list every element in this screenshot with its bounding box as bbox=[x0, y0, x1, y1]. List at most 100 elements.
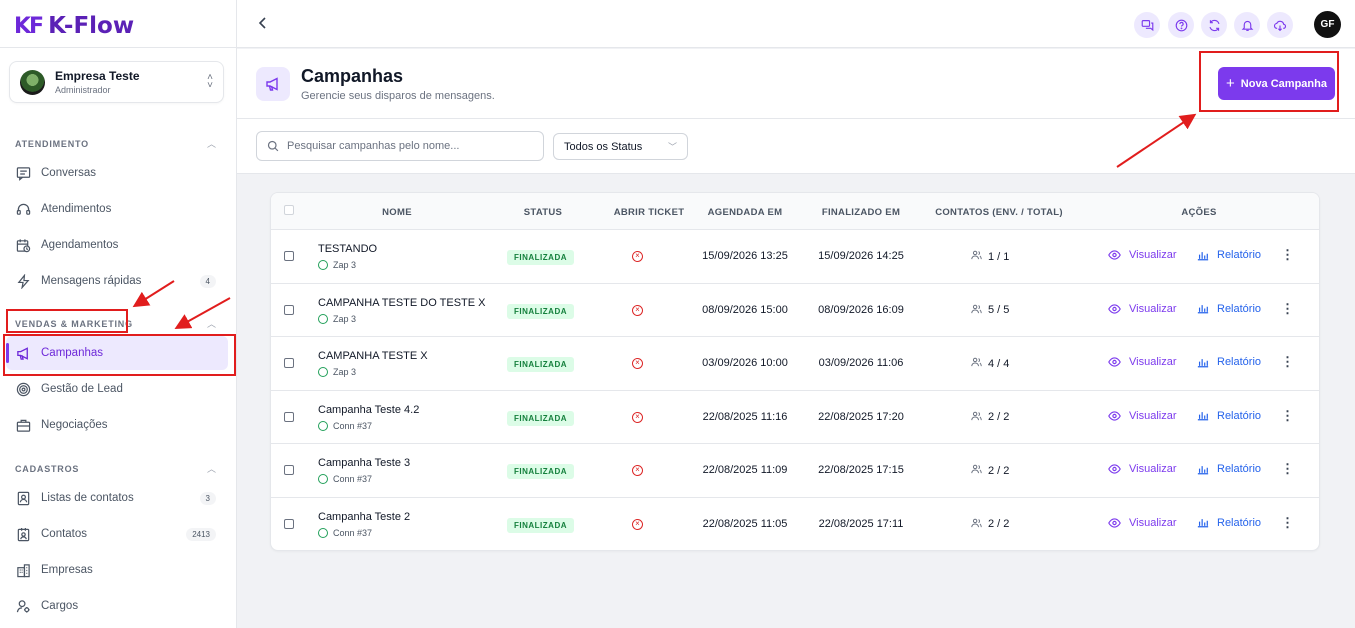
chevron-up-icon[interactable]: ︿ bbox=[207, 462, 216, 475]
bell-icon[interactable] bbox=[1234, 12, 1260, 38]
sidebar-item-negociacoes[interactable]: Negociações bbox=[6, 408, 228, 442]
finished-date: 03/09/2026 11:06 bbox=[818, 357, 904, 369]
close-circle-icon[interactable]: × bbox=[632, 465, 643, 476]
search-box[interactable] bbox=[256, 131, 544, 161]
filters-bar: Todos os Status ﹀ bbox=[237, 119, 1355, 174]
bar-chart-icon bbox=[1197, 358, 1209, 367]
sidebar-item-label: Agendamentos bbox=[41, 239, 119, 251]
finished-date: 22/08/2025 17:20 bbox=[818, 410, 904, 423]
view-button[interactable]: Visualizar bbox=[1108, 517, 1177, 529]
chevron-up-icon[interactable]: ︿ bbox=[207, 317, 216, 330]
sidebar-item-cargos[interactable]: Cargos bbox=[6, 589, 228, 623]
close-circle-icon[interactable]: × bbox=[632, 411, 643, 423]
view-button[interactable]: Visualizar bbox=[1108, 303, 1177, 315]
scheduled-date: 15/09/2026 13:25 bbox=[702, 250, 788, 262]
sidebar-item-listas-de-contatos[interactable]: Listas de contatos 3 bbox=[6, 481, 228, 515]
view-button[interactable]: Visualizar bbox=[1108, 410, 1177, 422]
more-vertical-icon[interactable]: ⋮ bbox=[1281, 301, 1294, 317]
table-row[interactable]: Campanha Teste 2 Conn #37 FINALIZADA × 2… bbox=[271, 498, 1319, 551]
more-vertical-icon[interactable]: ⋮ bbox=[1281, 354, 1294, 370]
chevron-up-icon[interactable]: ︿ bbox=[207, 137, 216, 150]
contacts-count: 2 / 2 bbox=[971, 518, 1031, 531]
report-button[interactable]: Relatório bbox=[1197, 410, 1261, 422]
column-header-agendada-em[interactable]: AGENDADA EM bbox=[685, 207, 805, 218]
report-button[interactable]: Relatório bbox=[1197, 517, 1261, 529]
report-button[interactable]: Relatório bbox=[1197, 356, 1261, 368]
app-logo[interactable]: KF K-Flow bbox=[14, 12, 134, 40]
close-circle-icon[interactable]: × bbox=[632, 304, 643, 316]
row-checkbox[interactable] bbox=[284, 411, 294, 422]
row-checkbox[interactable] bbox=[284, 358, 294, 368]
chevron-up-down-icon: ˄ ˅ bbox=[207, 72, 213, 91]
cloud-download-icon[interactable] bbox=[1267, 12, 1293, 38]
sidebar-item-empresas[interactable]: Empresas bbox=[6, 553, 228, 587]
logo-text: K-Flow bbox=[48, 13, 135, 39]
search-input[interactable] bbox=[287, 140, 527, 152]
whatsapp-icon bbox=[318, 527, 328, 538]
view-button[interactable]: Visualizar bbox=[1108, 463, 1177, 475]
sidebar-item-label: Empresas bbox=[41, 564, 93, 576]
user-avatar[interactable]: GF bbox=[1314, 11, 1341, 38]
report-label: Relatório bbox=[1217, 516, 1262, 529]
table-row[interactable]: TESTANDO Zap 3 FINALIZADA × 15/09/2026 1… bbox=[271, 230, 1319, 284]
column-header-finalizado-em[interactable]: FINALIZADO EM bbox=[801, 207, 921, 218]
column-header-nome[interactable]: NOME bbox=[367, 207, 427, 218]
select-all-checkbox[interactable] bbox=[284, 205, 294, 215]
target-icon bbox=[15, 381, 32, 398]
status-badge: FINALIZADA bbox=[507, 357, 574, 372]
sidebar-item-gestao-de-lead[interactable]: Gestão de Lead bbox=[6, 372, 228, 406]
back-chevron-icon[interactable] bbox=[257, 16, 269, 33]
contacts-value: 5 / 5 bbox=[988, 304, 1010, 316]
scheduled-date: 22/08/2025 11:09 bbox=[702, 464, 788, 476]
status-filter-select[interactable]: Todos os Status ﹀ bbox=[553, 133, 688, 160]
sidebar-divider bbox=[0, 47, 236, 48]
more-vertical-icon[interactable]: ⋮ bbox=[1281, 247, 1294, 263]
company-switcher[interactable]: Empresa Teste Administrador ˄ ˅ bbox=[9, 61, 224, 103]
view-button[interactable]: Visualizar bbox=[1108, 249, 1177, 261]
briefcase-icon bbox=[15, 417, 32, 434]
table-row[interactable]: CAMPANHA TESTE X Zap 3 FINALIZADA × 03/0… bbox=[271, 337, 1319, 391]
contacts-value: 2 / 2 bbox=[988, 464, 1010, 477]
row-checkbox[interactable] bbox=[284, 304, 294, 315]
table-row[interactable]: Campanha Teste 3 Conn #37 FINALIZADA × 2… bbox=[271, 444, 1319, 498]
close-circle-icon[interactable]: × bbox=[632, 251, 643, 262]
report-button[interactable]: Relatório bbox=[1197, 249, 1261, 261]
close-circle-icon[interactable]: × bbox=[632, 358, 643, 369]
sidebar-item-conversas[interactable]: Conversas bbox=[6, 156, 228, 190]
report-button[interactable]: Relatório bbox=[1197, 303, 1261, 315]
more-vertical-icon[interactable]: ⋮ bbox=[1281, 515, 1294, 531]
table-row[interactable]: Campanha Teste 4.2 Conn #37 FINALIZADA ×… bbox=[271, 391, 1319, 444]
help-icon[interactable] bbox=[1168, 12, 1194, 38]
eye-icon bbox=[1108, 250, 1121, 260]
view-label: Visualizar bbox=[1129, 356, 1177, 368]
more-vertical-icon[interactable]: ⋮ bbox=[1281, 461, 1294, 477]
headset-icon bbox=[15, 201, 32, 218]
table-header: NOME STATUS ABRIR TICKET AGENDADA EM FIN… bbox=[271, 193, 1319, 230]
row-checkbox[interactable] bbox=[284, 465, 294, 475]
megaphone-icon bbox=[256, 67, 290, 101]
more-vertical-icon[interactable]: ⋮ bbox=[1281, 408, 1294, 424]
search-icon bbox=[267, 140, 279, 152]
bar-chart-icon bbox=[1197, 305, 1209, 314]
row-checkbox[interactable] bbox=[284, 518, 294, 529]
section-title-cadastros: CADASTROS bbox=[15, 464, 80, 474]
refresh-icon[interactable] bbox=[1201, 12, 1227, 38]
annotation-box-campanhas bbox=[3, 334, 236, 376]
sidebar-item-mensagens-rapidas[interactable]: Mensagens rápidas 4 bbox=[6, 264, 228, 298]
column-header-status[interactable]: STATUS bbox=[513, 207, 573, 218]
view-button[interactable]: Visualizar bbox=[1108, 356, 1177, 368]
close-circle-icon[interactable]: × bbox=[632, 518, 643, 530]
status-badge: FINALIZADA bbox=[507, 517, 574, 533]
report-button[interactable]: Relatório bbox=[1197, 463, 1261, 475]
eye-icon bbox=[1108, 357, 1121, 367]
status-badge: FINALIZADA bbox=[507, 410, 574, 426]
whatsapp-icon bbox=[318, 260, 328, 270]
finished-date: 22/08/2025 17:11 bbox=[818, 517, 904, 530]
sidebar-item-atendimentos[interactable]: Atendimentos bbox=[6, 192, 228, 226]
sidebar-item-contatos[interactable]: Contatos 2413 bbox=[6, 517, 228, 551]
sidebar-item-agendamentos[interactable]: Agendamentos bbox=[6, 228, 228, 262]
table-row[interactable]: CAMPANHA TESTE DO TESTE X Zap 3 FINALIZA… bbox=[271, 284, 1319, 337]
chat-bubbles-icon[interactable] bbox=[1134, 12, 1160, 38]
row-checkbox[interactable] bbox=[284, 251, 294, 261]
report-label: Relatório bbox=[1217, 409, 1262, 422]
